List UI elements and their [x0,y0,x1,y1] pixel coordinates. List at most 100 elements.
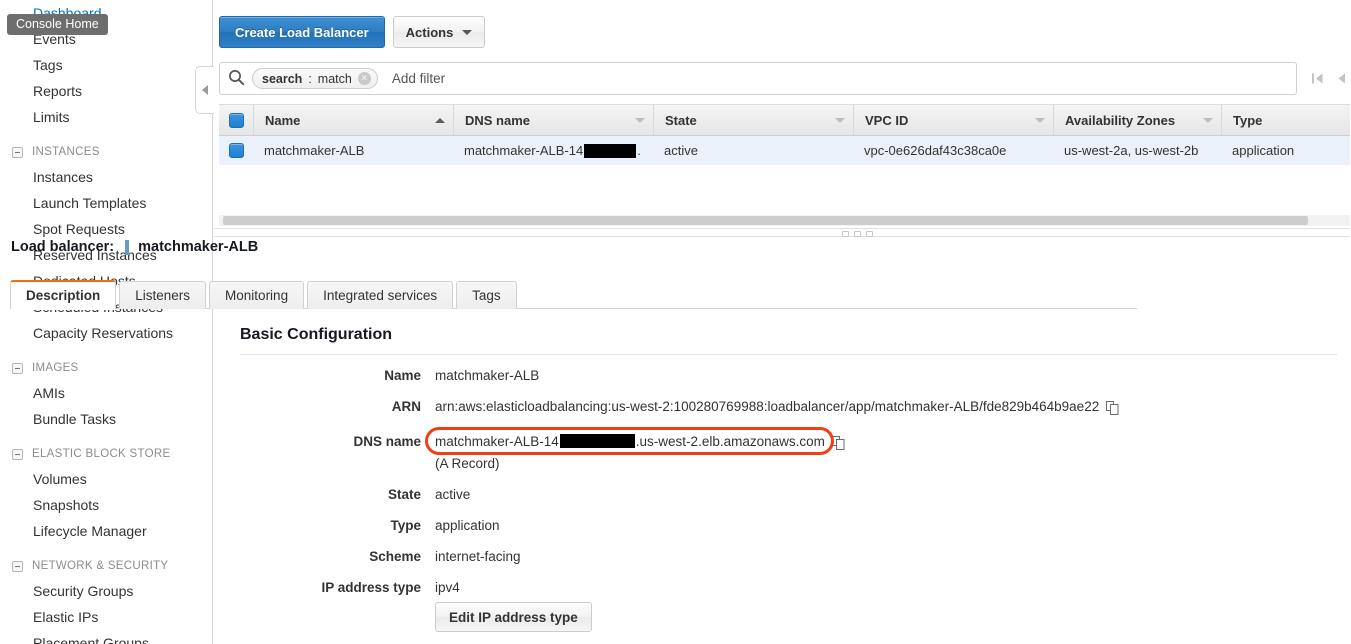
sidebar-item-capacity-reservations[interactable]: Capacity Reservations [0,320,212,346]
collapse-sidebar-button[interactable] [195,66,214,114]
field-arn-value: arn:aws:elasticloadbalancing:us-west-2:1… [435,399,1100,414]
collapse-group-icon [12,146,23,158]
sidebar-item-snapshots[interactable]: Snapshots [0,492,212,518]
copy-dns-name-icon[interactable] [831,435,845,457]
aws-ec2-load-balancer-page: Dashboard Events Tags Reports Limits INSTANCE… [0,0,1351,644]
detail-panel-title-label: Load balancer: [11,239,115,255]
field-state: State active [240,484,1340,506]
column-header-type[interactable]: Type [1221,105,1351,135]
field-scheme-label: Scheme [369,549,421,564]
field-state-label: State [387,487,421,502]
actions-button[interactable]: Actions [392,16,486,48]
filter-bar: search : match × [219,62,1351,95]
select-all-checkbox[interactable] [228,112,244,128]
sidebar-item-reports[interactable]: Reports [0,78,212,104]
cell-vpc-id: vpc-0e626daf43c38ca0e [864,143,1007,158]
remove-filter-token-icon[interactable]: × [357,72,371,85]
chevron-down-icon [462,29,473,35]
field-state-value: active [435,487,471,502]
row-checkbox[interactable] [228,143,244,158]
field-ip-address-type-value-wrap: ipv4 Edit IP address type [435,577,592,632]
grip-dot-icon [842,231,849,237]
detail-panel-title-value: matchmaker-ALB [138,239,259,255]
sidebar-item-tags[interactable]: Tags [0,52,212,78]
filter-token-separator: : [308,71,312,86]
sort-descending-icon [635,117,645,123]
field-ip-address-type-label: IP address type [321,580,421,595]
sort-descending-icon [1203,117,1213,123]
column-header-vpc-id[interactable]: VPC ID [853,105,1053,135]
tab-tags[interactable]: Tags [456,281,517,309]
column-header-availability-zones[interactable]: Availability Zones [1053,105,1221,135]
create-load-balancer-button[interactable]: Create Load Balancer [219,16,385,48]
field-dns-name-note: (A Record) [435,456,500,471]
collapse-group-icon [12,448,23,460]
tab-integrated-services[interactable]: Integrated services [307,281,454,309]
cell-dns-name: matchmaker-ALB-14. [453,136,653,165]
sort-ascending-icon [435,117,445,123]
sidebar-group-elastic-block-store[interactable]: ELASTIC BLOCK STORE [0,442,212,466]
filter-token-search-match[interactable]: search : match × [252,68,378,89]
panel-splitter-grip[interactable] [842,231,873,237]
dns-name-annotated-region: matchmaker-ALB-14 .us-west-2.elb.amazonaw… [425,427,834,475]
tab-monitoring[interactable]: Monitoring [209,281,305,309]
cell-availability-zones: us-west-2a, us-west-2b [1064,143,1199,158]
search-box[interactable]: search : match × [219,62,1297,95]
field-arn: ARN arn:aws:elasticloadbalancing:us-west… [240,396,1340,422]
sidebar-item-launch-templates[interactable]: Launch Templates [0,190,212,216]
field-dns-name-value-wrap: matchmaker-ALB-14 .us-west-2.elb.amazonaw… [425,427,845,475]
sidebar-group-label: ELASTIC BLOCK STORE [32,448,171,460]
sidebar-item-amis[interactable]: AMIs [0,380,212,406]
field-type: Type application [240,515,1340,537]
search-icon [228,69,245,89]
field-arn-value-wrap: arn:aws:elasticloadbalancing:us-west-2:1… [435,396,1119,422]
table-row[interactable]: matchmaker-ALB matchmaker-ALB-14. active… [219,136,1351,166]
detail-tabs: Description Listeners Monitoring Integra… [10,280,1137,310]
title-accent-bar-icon [125,239,130,255]
add-filter-input[interactable] [389,64,1296,93]
grip-dot-icon [854,231,861,237]
edit-ip-address-type-button[interactable]: Edit IP address type [435,602,592,632]
chevron-left-icon [202,85,208,95]
sidebar-group-instances[interactable]: INSTANCES [0,140,212,164]
sidebar-item-lifecycle-manager[interactable]: Lifecycle Manager [0,518,212,544]
sidebar-item-instances[interactable]: Instances [0,164,212,190]
cell-dns-name-suffix: . [637,143,641,158]
filter-token-key: search [262,71,303,86]
collapse-group-icon [12,362,23,374]
cell-type: application [1232,143,1295,158]
sort-descending-icon [1035,117,1045,123]
sidebar-group-network-security[interactable]: NETWORK & SECURITY [0,554,212,578]
field-type-value: application [435,518,500,533]
column-header-state[interactable]: State [653,105,853,135]
sidebar-item-volumes[interactable]: Volumes [0,466,212,492]
panel-splitter[interactable] [214,228,1351,237]
tab-listeners[interactable]: Listeners [119,281,207,309]
field-arn-label: ARN [391,399,421,414]
sidebar-item-security-groups[interactable]: Security Groups [0,578,212,604]
cell-name: matchmaker-ALB [264,143,365,158]
row-select-cell [219,136,253,165]
section-divider [240,354,1337,355]
column-header-dns-name-label: DNS name [465,112,531,128]
sidebar-group-images[interactable]: IMAGES [0,356,212,380]
sidebar-group-label: NETWORK & SECURITY [32,560,169,572]
copy-arn-icon[interactable] [1106,400,1119,422]
sidebar-item-elastic-ips[interactable]: Elastic IPs [0,604,212,630]
column-header-availability-zones-label: Availability Zones [1065,112,1176,128]
tab-description[interactable]: Description [10,280,117,310]
column-header-name[interactable]: Name [253,105,453,135]
sidebar-item-bundle-tasks[interactable]: Bundle Tasks [0,406,212,432]
first-page-button[interactable] [1310,71,1325,86]
collapse-group-icon [12,560,23,572]
pagination-controls [1297,71,1351,86]
sidebar-item-placement-groups[interactable]: Placement Groups [0,630,212,644]
previous-page-button[interactable] [1334,71,1349,86]
column-header-dns-name[interactable]: DNS name [453,105,653,135]
table-horizontal-scrollbar-thumb[interactable] [223,216,1308,225]
field-dns-name-prefix: matchmaker-ALB-14 [435,434,559,449]
sidebar-item-limits[interactable]: Limits [0,104,212,130]
column-header-state-label: State [665,112,697,128]
detail-panel-title: Load balancer: matchmaker-ALB [11,239,258,255]
sidebar-item-list: Dashboard Events Tags Reports Limits INSTANCE… [0,0,212,644]
